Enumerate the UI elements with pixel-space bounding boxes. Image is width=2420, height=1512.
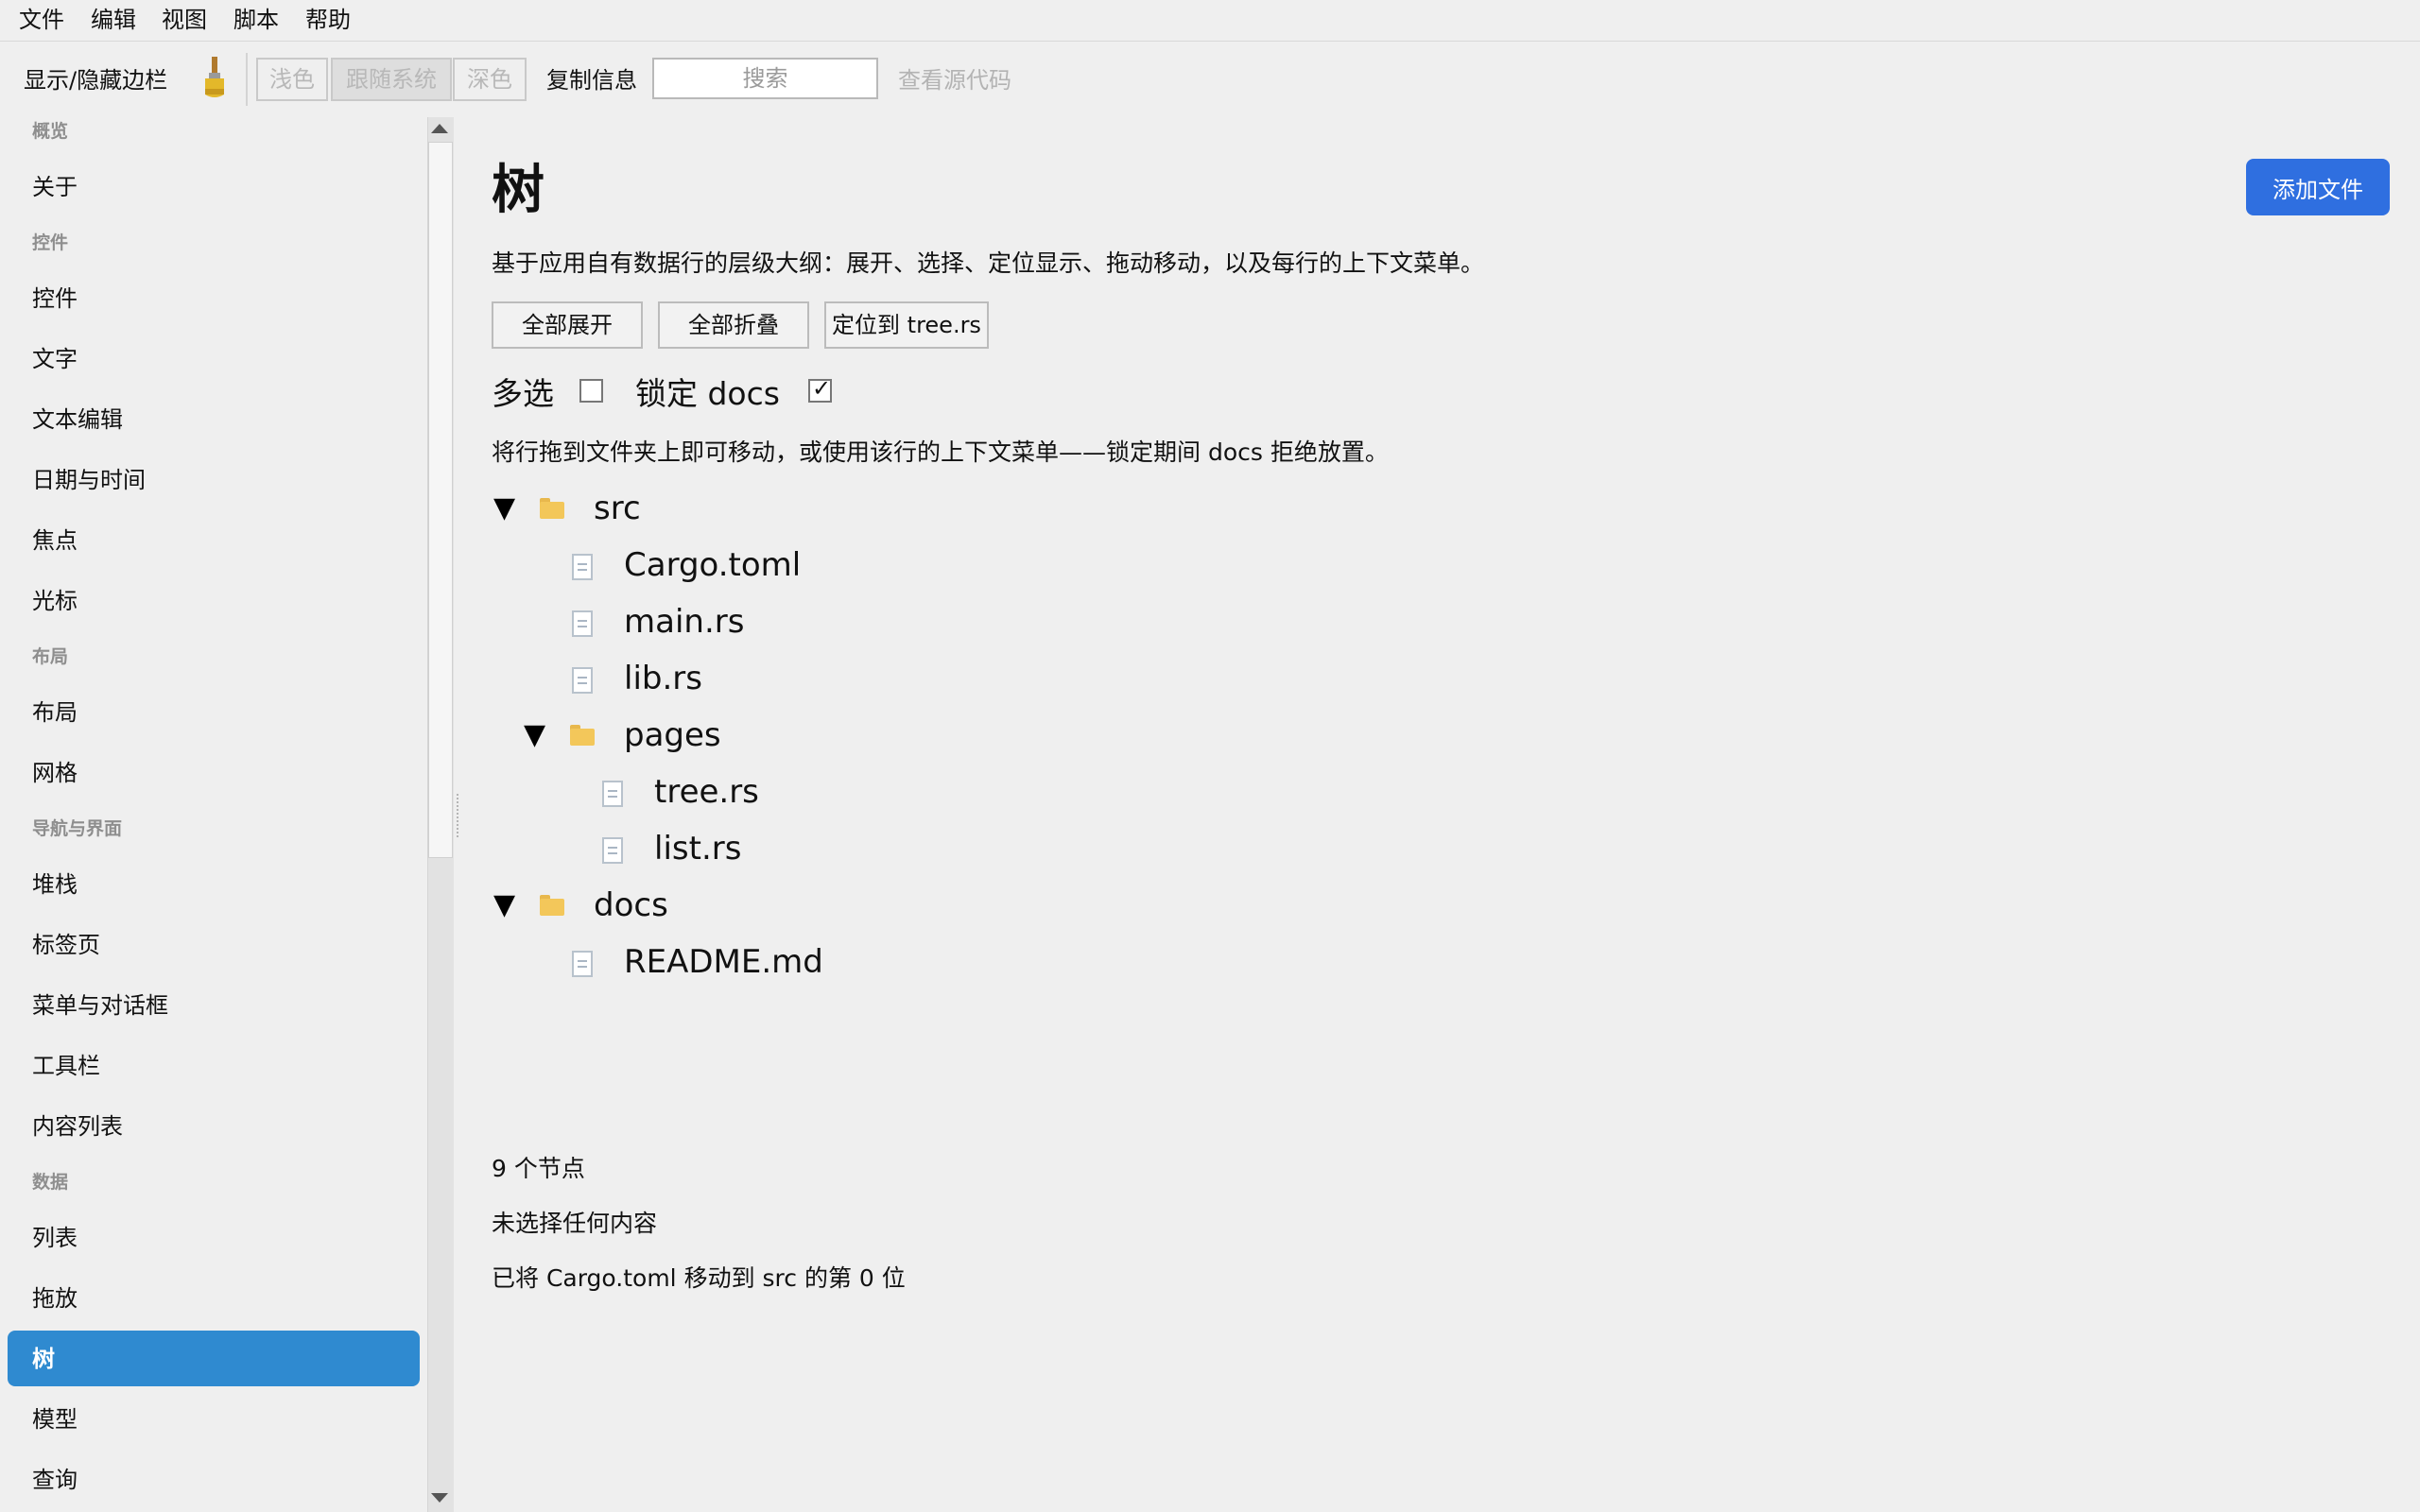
tree-row-label[interactable]: main.rs xyxy=(624,599,744,644)
sidebar-item-grid[interactable]: 网格 xyxy=(32,757,78,789)
theme-system-button[interactable]: 跟随系统 xyxy=(331,58,452,101)
theme-dark-button[interactable]: 深色 xyxy=(453,58,527,101)
node-count-text: 9 个节点 xyxy=(492,1155,585,1182)
scroll-down-icon[interactable] xyxy=(431,1493,448,1503)
sidebar-item-drag-drop[interactable]: 拖放 xyxy=(32,1282,78,1314)
sidebar-item-datetime[interactable]: 日期与时间 xyxy=(32,464,146,496)
sidebar-section-navigation: 导航与界面 xyxy=(32,818,123,839)
hint-text: 将行拖到文件夹上即可移动，或使用该行的上下文菜单——锁定期间 docs 拒绝放置… xyxy=(492,438,1389,466)
reveal-button[interactable]: 定位到 tree.rs xyxy=(824,301,989,349)
menu-view[interactable]: 视图 xyxy=(162,5,207,35)
file-icon xyxy=(572,667,593,694)
tree-row-label[interactable]: README.md xyxy=(624,939,823,985)
sidebar-item-tabs[interactable]: 标签页 xyxy=(32,929,100,961)
folder-icon xyxy=(570,725,595,746)
sidebar-item-model[interactable]: 模型 xyxy=(32,1403,78,1435)
sidebar-item-text[interactable]: 文字 xyxy=(32,343,78,375)
folder-icon xyxy=(540,895,564,916)
sidebar-item-tree[interactable] xyxy=(8,1331,420,1386)
sidebar-section-layout: 布局 xyxy=(32,646,69,667)
folder-icon xyxy=(540,498,564,519)
splitter-handle[interactable] xyxy=(457,794,460,837)
selection-status-text: 未选择任何内容 xyxy=(492,1210,658,1237)
sidebar-item-controls[interactable]: 控件 xyxy=(32,283,78,315)
menu-edit[interactable]: 编辑 xyxy=(91,5,136,35)
sidebar-item-query[interactable]: 查询 xyxy=(32,1464,78,1496)
expand-all-button[interactable]: 全部展开 xyxy=(492,301,643,349)
tree-row-label[interactable]: src xyxy=(594,486,641,531)
tree-row-label[interactable]: docs xyxy=(594,883,668,928)
multi-select-label: 多选 xyxy=(492,375,554,412)
sidebar-item-menus-dialogs[interactable]: 菜单与对话框 xyxy=(32,989,168,1022)
menu-help[interactable]: 帮助 xyxy=(305,5,351,35)
collapse-all-button[interactable]: 全部折叠 xyxy=(658,301,809,349)
tree-row-label[interactable]: list.rs xyxy=(654,826,741,871)
toolbar-separator xyxy=(246,53,248,106)
sidebar-item-content-list[interactable]: 内容列表 xyxy=(32,1110,123,1143)
sidebar-item-layout[interactable]: 布局 xyxy=(32,696,78,729)
copy-info-button[interactable]: 复制信息 xyxy=(546,64,637,96)
menu-file[interactable]: 文件 xyxy=(19,5,64,35)
scroll-up-icon[interactable] xyxy=(431,124,448,133)
tree-row-label[interactable]: pages xyxy=(624,713,721,758)
last-action-text: 已将 Cargo.toml 移动到 src 的第 0 位 xyxy=(492,1264,906,1292)
menu-script[interactable]: 脚本 xyxy=(233,5,279,35)
search-input[interactable] xyxy=(652,58,878,99)
sidebar-item-text-edit[interactable]: 文本编辑 xyxy=(32,404,123,436)
check-mark-icon: ✓ xyxy=(812,375,832,402)
expand-toggle-icon[interactable]: ▼ xyxy=(493,490,515,527)
sidebar-item-list[interactable]: 列表 xyxy=(32,1222,78,1254)
multi-select-checkbox[interactable] xyxy=(579,379,603,403)
sidebar-item-stack[interactable]: 堆栈 xyxy=(32,868,78,901)
view-source-button[interactable]: 查看源代码 xyxy=(898,64,1011,96)
file-icon xyxy=(572,554,593,580)
sidebar-item-cursor[interactable]: 光标 xyxy=(32,585,78,617)
page-title: 树 xyxy=(492,160,544,221)
file-icon xyxy=(572,951,593,977)
paint-brush-icon[interactable] xyxy=(200,57,229,100)
sidebar-section-data: 数据 xyxy=(32,1172,69,1193)
theme-light-button[interactable]: 浅色 xyxy=(256,58,328,101)
lock-docs-checkbox[interactable]: ✓ xyxy=(808,375,832,403)
menu-bar: 文件 编辑 视图 脚本 帮助 xyxy=(0,0,2420,42)
sidebar-item-tree-label[interactable]: 树 xyxy=(32,1343,55,1375)
sidebar-item-focus[interactable]: 焦点 xyxy=(32,524,78,557)
file-icon xyxy=(602,781,623,807)
tree-row-label[interactable]: lib.rs xyxy=(624,656,702,701)
sidebar-item-toolbar[interactable]: 工具栏 xyxy=(32,1050,100,1082)
tree-row-label[interactable]: tree.rs xyxy=(654,769,759,815)
file-icon xyxy=(572,610,593,637)
lock-docs-label: 锁定 docs xyxy=(635,375,780,412)
sidebar-item-about[interactable]: 关于 xyxy=(32,171,78,203)
add-file-button[interactable]: 添加文件 xyxy=(2246,159,2390,215)
scrollbar-thumb[interactable] xyxy=(428,142,453,858)
expand-toggle-icon[interactable]: ▼ xyxy=(524,716,545,754)
toggle-sidebar-button[interactable]: 显示/隐藏边栏 xyxy=(24,64,167,96)
file-icon xyxy=(602,837,623,864)
tree-row-label[interactable]: Cargo.toml xyxy=(624,542,801,588)
sidebar-section-overview: 概览 xyxy=(32,121,69,142)
page-description: 基于应用自有数据行的层级大纲：展开、选择、定位显示、拖动移动，以及每行的上下文菜… xyxy=(492,249,1485,277)
expand-toggle-icon[interactable]: ▼ xyxy=(493,886,515,924)
sidebar-section-controls: 控件 xyxy=(32,232,69,253)
